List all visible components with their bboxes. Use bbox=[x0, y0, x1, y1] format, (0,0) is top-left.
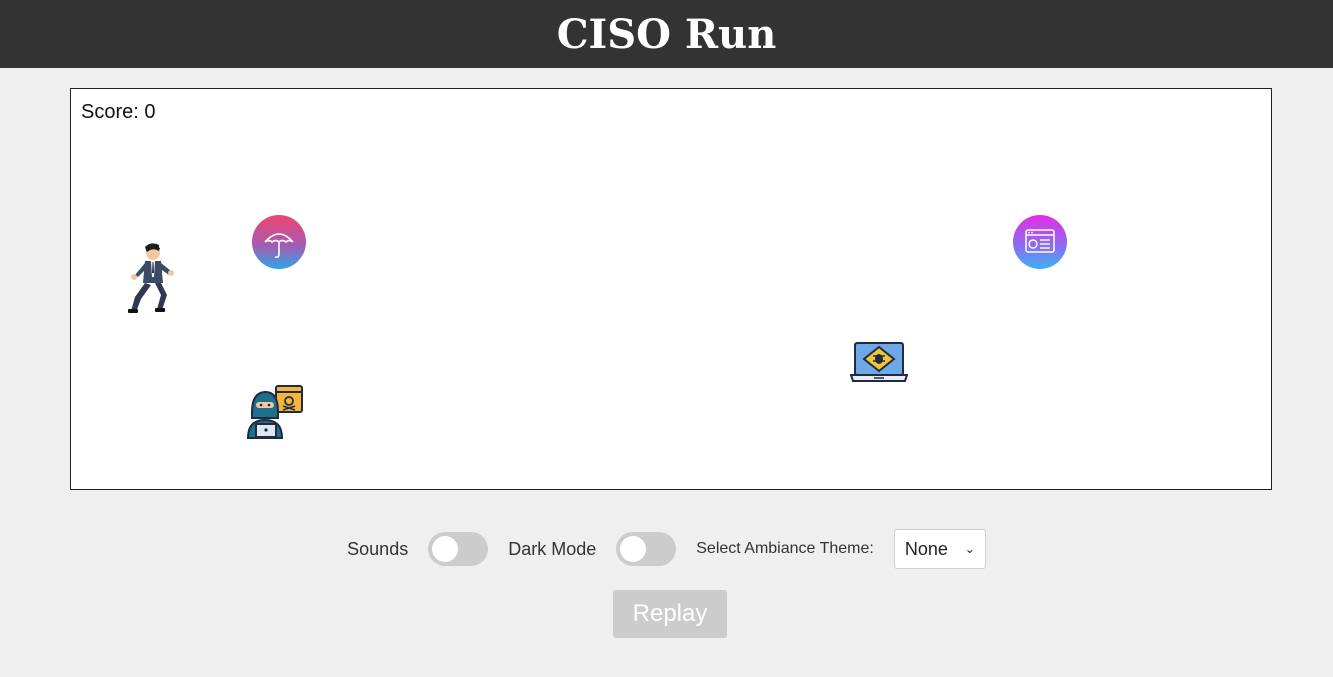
chevron-down-icon: ⌄ bbox=[964, 542, 975, 556]
umbrella-shield-icon bbox=[252, 215, 306, 269]
sounds-toggle-knob bbox=[432, 536, 459, 562]
hacker-icon bbox=[246, 385, 303, 439]
page-title: CISO Run bbox=[556, 10, 777, 58]
ambiance-theme-label: Select Ambiance Theme: bbox=[696, 540, 874, 557]
app-header: CISO Run bbox=[0, 0, 1333, 68]
controls-bar: Sounds Dark Mode Select Ambiance Theme: … bbox=[0, 528, 1333, 570]
ambiance-theme-value: None bbox=[904, 538, 948, 559]
sounds-toggle[interactable] bbox=[428, 532, 489, 566]
replay-button[interactable]: Replay bbox=[613, 590, 727, 638]
ciso-runner-icon bbox=[128, 243, 174, 313]
laptop-bug-icon bbox=[850, 342, 908, 382]
score-display: Score: 0 bbox=[81, 101, 156, 123]
web-security-icon bbox=[1013, 215, 1067, 269]
ambiance-theme-select[interactable]: None ⌄ bbox=[893, 529, 986, 569]
dark-mode-toggle-knob bbox=[620, 536, 647, 562]
dark-mode-toggle[interactable] bbox=[616, 532, 677, 566]
game-canvas[interactable]: Score: 0 bbox=[70, 88, 1272, 490]
sounds-label: Sounds bbox=[347, 538, 409, 559]
dark-mode-label: Dark Mode bbox=[508, 538, 597, 559]
